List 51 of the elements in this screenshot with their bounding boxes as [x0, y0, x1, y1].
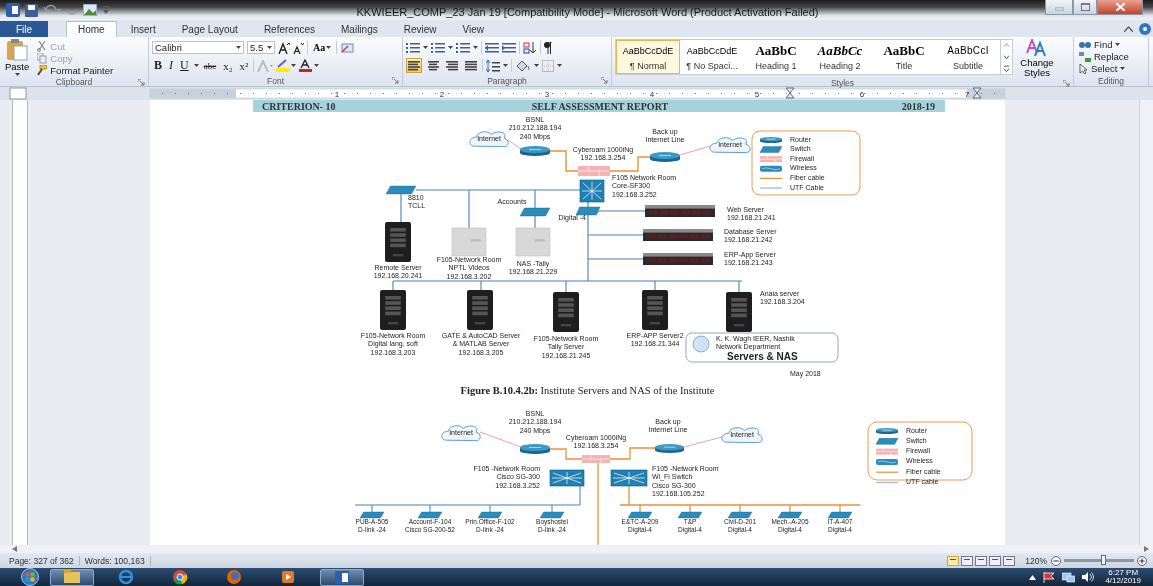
- header-text: SELF ASSESSMENT REPORT: [531, 101, 669, 112]
- underline-button[interactable]: U: [178, 58, 191, 73]
- ribbon-tab[interactable]: Mailings: [329, 21, 390, 37]
- page-count[interactable]: Page: 327 of 362: [4, 555, 80, 566]
- ruler-number: 4: [649, 90, 655, 99]
- diagram-title: Servers & NAS: [727, 351, 798, 362]
- style-preset[interactable]: AaBbCcDdE ¶ No Spaci...: [680, 40, 744, 74]
- italic-button[interactable]: I: [167, 58, 175, 73]
- find-button[interactable]: Find: [1077, 39, 1131, 50]
- ribbon-tab[interactable]: Review: [391, 21, 449, 37]
- style-preset[interactable]: AaBbCc Heading 2: [808, 40, 872, 74]
- word-count[interactable]: Words: 100,163: [79, 555, 151, 566]
- style-preset[interactable]: AaBbC Heading 1: [744, 40, 808, 74]
- ruler-number: 5: [754, 90, 760, 99]
- ruler-number: 6: [859, 90, 865, 99]
- paste-button[interactable]: Paste: [3, 39, 32, 77]
- font-name-field[interactable]: Calibri: [152, 41, 244, 54]
- file-tab[interactable]: File: [0, 21, 48, 37]
- ribbon-tab[interactable]: References: [251, 21, 327, 37]
- header-text: CRITERION- 10: [262, 101, 336, 112]
- group-label: Editing: [1098, 75, 1124, 86]
- ruler-number: 2: [439, 90, 445, 99]
- format-painter-button[interactable]: Format Painter: [35, 65, 116, 76]
- group-label: Paragraph: [487, 75, 527, 86]
- ribbon-tab[interactable]: Home: [66, 21, 117, 37]
- bold-button[interactable]: B: [152, 58, 164, 73]
- font-size-field[interactable]: 5.5: [247, 41, 275, 54]
- zoom-level[interactable]: 120%: [1025, 555, 1047, 566]
- style-preset[interactable]: AaBbCcI Subtitle: [936, 40, 1000, 74]
- subscript-button[interactable]: x₂: [221, 58, 235, 73]
- ruler-number: 1: [334, 90, 340, 99]
- ribbon-tab[interactable]: View: [450, 21, 496, 37]
- figure-caption: Figure B.10.4.2b: Institute Servers and NAS of the Institute: [459, 385, 716, 398]
- strikethrough-button[interactable]: abc: [201, 58, 219, 73]
- ribbon-tab[interactable]: Insert: [118, 21, 168, 37]
- header-text: 2018-19: [901, 101, 935, 112]
- superscript-button[interactable]: x²: [237, 58, 251, 73]
- group-label: Font: [267, 75, 284, 86]
- group-label: Styles: [830, 78, 855, 88]
- ruler-number: 7: [964, 90, 970, 99]
- group-label: Clipboard: [55, 77, 93, 87]
- style-preset[interactable]: AaBbCcDdE ¶ Normal: [616, 40, 680, 74]
- replace-button[interactable]: Replace: [1077, 51, 1131, 62]
- change-case-button[interactable]: Aa: [311, 40, 334, 55]
- select-button[interactable]: Select: [1077, 63, 1131, 74]
- clock[interactable]: 6:27 PM 4/12/2019: [1105, 568, 1141, 586]
- style-preset[interactable]: AaBbC Title: [872, 40, 936, 74]
- ruler-number: 3: [544, 90, 550, 99]
- change-styles-button[interactable]: Change Styles: [1017, 39, 1057, 78]
- ribbon-tab[interactable]: Page Layout: [169, 21, 250, 37]
- window-title: KKWIEER_COMP_23 Jan 19 [Compatibility Mode] - Microsoft Word (Product Activation Failed): [355, 4, 820, 18]
